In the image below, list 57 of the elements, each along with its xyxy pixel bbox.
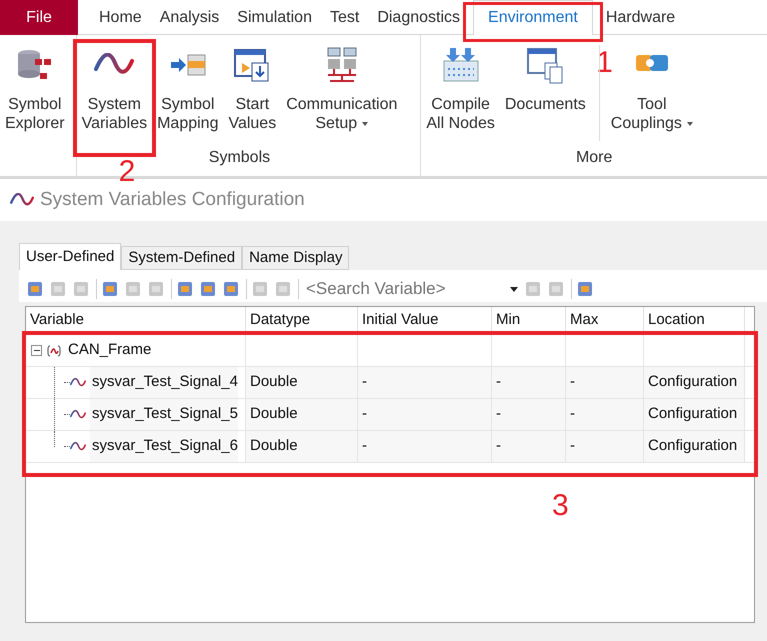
group-label: Symbols <box>208 148 272 168</box>
annotation-number: 2 <box>118 157 136 187</box>
table-cell-text: - <box>570 372 575 392</box>
table-cell-text: - <box>496 404 501 424</box>
table-cell-text: Configuration <box>648 372 738 392</box>
annotation-number: 3 <box>552 491 569 521</box>
panel-tab[interactable]: System-Defined <box>121 246 242 270</box>
table-cell-text: Configuration <box>648 436 738 456</box>
sine-wave-icon <box>70 442 86 452</box>
column-header[interactable]: Min <box>492 307 566 334</box>
table-cell-text: Double <box>250 436 298 456</box>
column-header[interactable]: Max <box>566 307 644 334</box>
ribbon-button[interactable]: System Variables <box>76 45 152 133</box>
menu-tab[interactable]: Diagnostics <box>368 0 470 35</box>
table-cell-text: Double <box>250 372 298 392</box>
table-cell-text: - <box>362 404 367 424</box>
menu-tab[interactable]: Simulation <box>228 0 321 35</box>
table-cell-text: Configuration <box>648 404 738 424</box>
ribbon-button[interactable]: Documents <box>500 45 591 114</box>
group-label: More <box>574 148 614 168</box>
panel-title: System Variables Configuration <box>40 188 305 212</box>
sine-wave-icon <box>10 192 34 208</box>
table-cell-text: - <box>570 404 575 424</box>
panel-tab[interactable]: User-Defined <box>19 243 122 270</box>
table-cell-text: Double <box>250 404 298 424</box>
table-cell-text: - <box>496 436 501 456</box>
ribbon-button[interactable]: Communication Setup <box>281 45 402 133</box>
dropdown-icon[interactable] <box>510 286 518 292</box>
variable-name: sysvar_Test_Signal_6 <box>90 431 238 462</box>
documents-icon <box>525 45 566 85</box>
menu-tab[interactable]: Hardware <box>596 0 684 35</box>
table-cell-text: - <box>570 436 575 456</box>
variable-name: sysvar_Test_Signal_4 <box>90 367 238 398</box>
column-header[interactable]: Initial Value <box>358 307 492 334</box>
menu-tab[interactable]: Analysis <box>150 0 228 35</box>
ribbon-button[interactable]: Start Values <box>223 45 282 133</box>
table-cell-text: - <box>362 436 367 456</box>
ribbon-button[interactable]: Symbol Mapping <box>152 45 224 133</box>
column-header[interactable]: Datatype <box>246 307 358 334</box>
collapse-toggle[interactable] <box>31 345 42 356</box>
column-header[interactable]: Location <box>644 307 745 334</box>
variable-group-icon <box>46 342 62 358</box>
file-menu-button[interactable]: File <box>0 0 78 35</box>
menu-tab[interactable]: Home <box>90 0 151 35</box>
ribbon-button[interactable]: Symbol Explorer <box>0 45 70 133</box>
menu-tab[interactable]: Test <box>320 0 368 35</box>
ribbon-button[interactable]: Compile All Nodes <box>421 45 500 133</box>
variable-name: sysvar_Test_Signal_5 <box>90 399 238 430</box>
panel-tab[interactable]: Name Display <box>242 246 350 270</box>
annotation-number: 1 <box>596 48 613 78</box>
sine-wave-icon <box>70 378 86 388</box>
sine-wave-icon <box>70 410 86 420</box>
sine-wave-icon <box>94 53 134 77</box>
column-header[interactable]: Variable <box>26 307 246 334</box>
table-cell-text: - <box>496 372 501 392</box>
menu-tab[interactable]: Environment <box>473 0 593 35</box>
table-cell-text: - <box>362 372 367 392</box>
